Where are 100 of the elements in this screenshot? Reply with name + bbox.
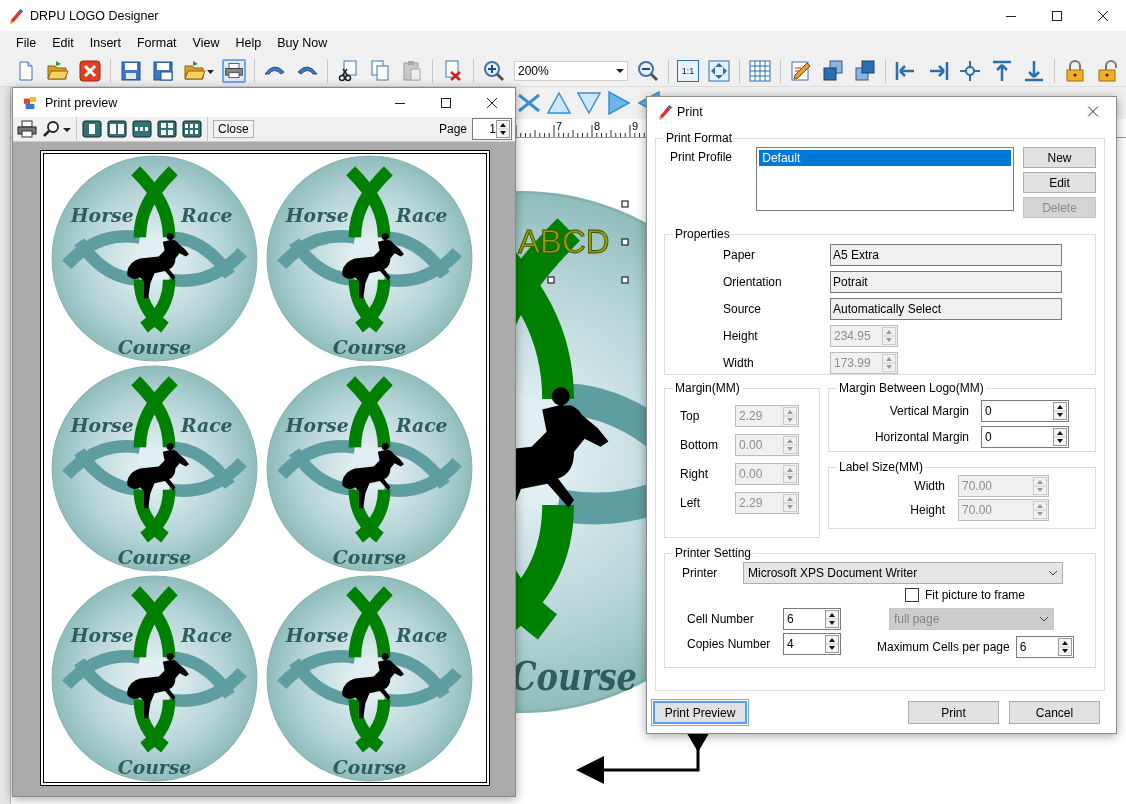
dialog-button[interactable]: Print bbox=[908, 701, 999, 724]
logo-text: Race bbox=[395, 203, 448, 226]
field-label: Top bbox=[679, 409, 701, 423]
group-title: Margin Between Logo(MM) bbox=[838, 381, 985, 395]
printer-dropdown[interactable]: Microsoft XPS Document Writer bbox=[743, 562, 1063, 584]
profile-button[interactable]: New bbox=[1023, 147, 1096, 168]
fit-to-window-icon[interactable] bbox=[707, 58, 731, 83]
logo-text: Course bbox=[511, 652, 668, 699]
zoom-combo[interactable]: 200% bbox=[514, 60, 628, 81]
bring-to-front-icon[interactable] bbox=[821, 58, 845, 83]
triangle-up-icon[interactable] bbox=[547, 91, 571, 115]
menu-item[interactable]: Buy Now bbox=[269, 33, 336, 53]
six-pages-icon[interactable] bbox=[182, 120, 202, 138]
chevron-down-icon bbox=[1039, 616, 1049, 622]
cancel-icon[interactable] bbox=[78, 58, 102, 83]
cut-icon[interactable] bbox=[336, 58, 360, 83]
window-title: Print bbox=[677, 104, 703, 119]
lock-icon[interactable] bbox=[1063, 58, 1087, 83]
spinner-icon[interactable] bbox=[496, 120, 510, 138]
send-to-back-icon[interactable] bbox=[853, 58, 877, 83]
list-item[interactable]: Default bbox=[759, 150, 1011, 166]
checkbox[interactable] bbox=[905, 588, 919, 602]
menu-item[interactable]: Insert bbox=[81, 33, 129, 53]
printer-icon[interactable] bbox=[17, 120, 37, 138]
actual-size-button[interactable]: 1:1 bbox=[677, 59, 699, 82]
center-icon[interactable] bbox=[958, 58, 982, 83]
triangle-down-icon[interactable] bbox=[577, 91, 601, 115]
one-page-icon[interactable] bbox=[82, 120, 102, 138]
menu-item[interactable]: Edit bbox=[44, 33, 82, 53]
number-field[interactable]: 1 bbox=[472, 118, 512, 140]
number-field[interactable]: 6 bbox=[1015, 636, 1074, 658]
unlock-icon[interactable] bbox=[1095, 58, 1119, 83]
spinner-icon[interactable] bbox=[825, 634, 839, 653]
group-title: Print Format bbox=[665, 131, 733, 145]
logo-text: Race bbox=[180, 413, 233, 436]
logo-text: Horse bbox=[285, 413, 349, 436]
logo-text: Course bbox=[117, 545, 192, 568]
logo-text: Course bbox=[117, 335, 192, 358]
logo-text: Race bbox=[395, 413, 448, 436]
app-icon bbox=[8, 7, 24, 24]
text-field[interactable]: Potrait bbox=[830, 271, 1062, 293]
page-label: Page bbox=[438, 122, 467, 136]
align-bottom-icon[interactable] bbox=[1022, 58, 1046, 83]
close-button[interactable]: Close bbox=[213, 120, 254, 138]
dialog-button[interactable]: Cancel bbox=[1009, 701, 1100, 724]
field-label: Vertical Margin bbox=[888, 404, 969, 418]
align-top-icon[interactable] bbox=[990, 58, 1014, 83]
field-label: Height bbox=[909, 503, 945, 517]
field-label: Printer bbox=[681, 566, 719, 580]
text-field[interactable]: Automatically Select bbox=[830, 298, 1062, 320]
window-title: Print preview bbox=[45, 95, 118, 110]
save-icon[interactable] bbox=[119, 58, 143, 83]
field-label: Print Profile bbox=[670, 149, 734, 166]
profile-list[interactable]: Default bbox=[756, 147, 1014, 211]
group-title: Label Size(MM) bbox=[838, 460, 925, 474]
logo-text: Race bbox=[180, 203, 233, 226]
edit-icon[interactable] bbox=[789, 58, 813, 83]
menu-item[interactable]: Format bbox=[128, 33, 185, 53]
spinner-icon[interactable] bbox=[1053, 402, 1067, 420]
group-title: Properties bbox=[674, 227, 731, 241]
checkbox-label: Fit picture to frame bbox=[925, 588, 1026, 602]
field-label: Horizontal Margin bbox=[873, 430, 969, 444]
printer-icon[interactable] bbox=[222, 58, 246, 83]
number-field[interactable]: 0 bbox=[981, 426, 1069, 448]
zoom-in-icon[interactable] bbox=[482, 58, 506, 83]
menu-item[interactable]: View bbox=[184, 33, 228, 53]
three-pages-icon[interactable] bbox=[132, 120, 152, 138]
triangle-right-icon[interactable] bbox=[607, 91, 631, 115]
menu-item[interactable]: File bbox=[8, 33, 45, 53]
field-label: Paper bbox=[722, 248, 757, 262]
two-pages-icon[interactable] bbox=[107, 120, 127, 138]
logo-text: Course bbox=[332, 545, 407, 568]
spinner-icon[interactable] bbox=[825, 609, 839, 628]
app-icon bbox=[657, 103, 673, 120]
menu-item[interactable]: Help bbox=[227, 33, 270, 53]
group-title: Margin(MM) bbox=[674, 381, 741, 395]
zoom-icon[interactable] bbox=[42, 120, 62, 138]
field-label: Copies Number bbox=[687, 636, 772, 651]
dialog-button[interactable]: Print Preview bbox=[653, 701, 747, 724]
number-field[interactable]: 0 bbox=[981, 400, 1069, 422]
zoom-out-icon[interactable] bbox=[636, 58, 660, 83]
cross-shape-icon[interactable] bbox=[517, 91, 541, 115]
chevron-down-icon bbox=[1048, 570, 1058, 576]
text-field[interactable]: A5 Extra bbox=[830, 244, 1062, 266]
open-folder-icon[interactable] bbox=[46, 58, 70, 83]
spinner-icon[interactable] bbox=[1053, 428, 1067, 446]
caret-icon bbox=[616, 66, 624, 75]
logo-text: Course bbox=[117, 755, 192, 778]
number-field[interactable]: 4 bbox=[783, 632, 841, 655]
field-label: Cell Number bbox=[687, 611, 755, 626]
profile-button[interactable]: Edit bbox=[1023, 172, 1096, 193]
open-folder-icon[interactable] bbox=[183, 58, 207, 83]
grid-icon[interactable] bbox=[748, 58, 772, 83]
field-label: Width bbox=[913, 479, 945, 493]
spinner-icon[interactable] bbox=[1057, 638, 1072, 656]
app-icon bbox=[23, 95, 37, 110]
four-pages-icon[interactable] bbox=[157, 120, 177, 138]
save-all-icon[interactable] bbox=[151, 58, 175, 83]
number-field[interactable]: 6 bbox=[783, 607, 841, 630]
field-label: Height bbox=[722, 329, 759, 343]
